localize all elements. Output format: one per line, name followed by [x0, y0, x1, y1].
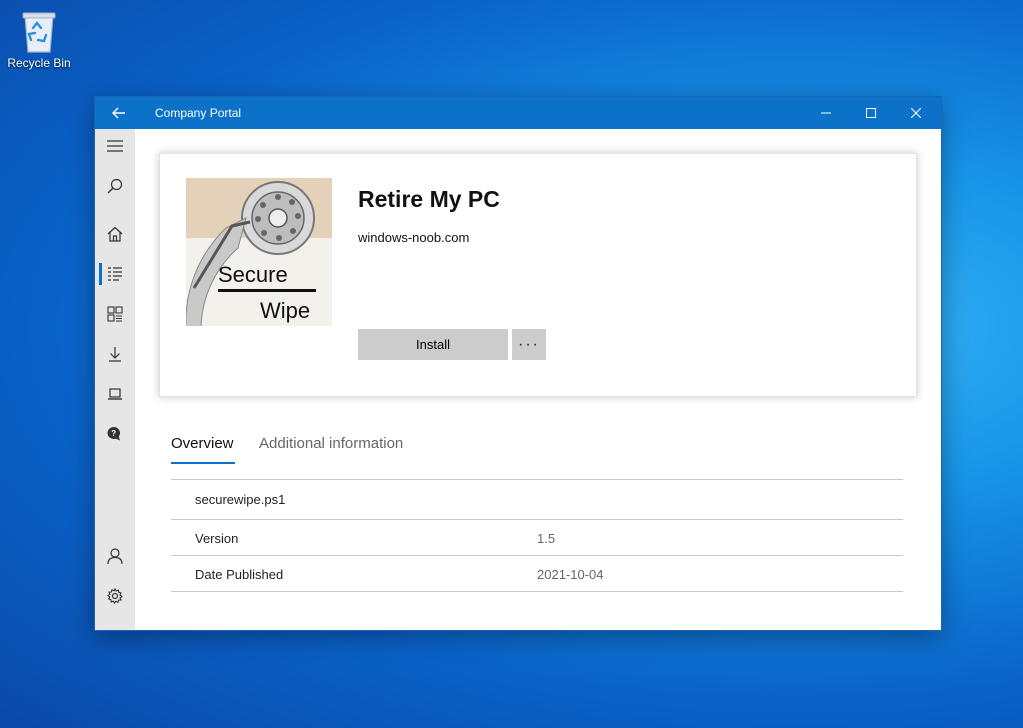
- search-button[interactable]: [95, 169, 135, 203]
- company-portal-window: Company Portal ? Secure Wipe Retire My P…: [94, 96, 942, 631]
- downloads-icon: [109, 347, 121, 362]
- recycle-bin-desktop-icon[interactable]: Recycle Bin: [6, 8, 72, 70]
- more-options-button[interactable]: ···: [512, 329, 546, 360]
- minimize-button[interactable]: [803, 97, 849, 129]
- app-filename: securewipe.ps1: [195, 492, 286, 507]
- active-tab-underline: [171, 462, 235, 464]
- close-icon: [911, 108, 921, 118]
- tab-additional-information[interactable]: Additional information: [259, 435, 403, 452]
- sidebar-item-settings[interactable]: [95, 579, 135, 613]
- app-publisher: windows-noob.com: [358, 230, 470, 245]
- divider: [171, 591, 903, 592]
- maximize-button[interactable]: [848, 97, 894, 129]
- divider: [171, 555, 903, 556]
- app-thumbnail: Secure Wipe: [186, 178, 332, 326]
- hard-drive-image-icon: Secure Wipe: [186, 178, 332, 326]
- devices-icon: [108, 388, 122, 400]
- recycle-bin-icon: [22, 12, 56, 53]
- sidebar-item-help[interactable]: ?: [95, 417, 135, 451]
- app-title: Retire My PC: [358, 186, 500, 212]
- date-published-label: Date Published: [195, 567, 284, 582]
- search-icon: [107, 178, 123, 194]
- sidebar-item-devices[interactable]: [95, 377, 135, 411]
- install-button[interactable]: Install: [358, 329, 508, 360]
- hamburger-menu-icon: [107, 140, 123, 152]
- image-text-wipe: Wipe: [260, 298, 310, 323]
- account-icon: [107, 548, 123, 564]
- version-value: 1.5: [537, 531, 556, 546]
- sidebar-item-app-categories[interactable]: [95, 297, 135, 331]
- apps-list-icon: [108, 267, 122, 281]
- divider: [171, 519, 903, 520]
- divider: [171, 479, 903, 480]
- sidebar-item-account[interactable]: [95, 539, 135, 573]
- active-indicator: [99, 263, 102, 285]
- sidebar-item-downloads[interactable]: [95, 337, 135, 371]
- settings-icon: [107, 588, 123, 604]
- back-button[interactable]: [108, 102, 130, 124]
- app-categories-icon: [107, 306, 123, 322]
- date-published-value: 2021-10-04: [537, 567, 604, 582]
- title-bar: Company Portal: [95, 97, 941, 129]
- minimize-icon: [821, 112, 831, 114]
- image-text-secure: Secure: [218, 262, 288, 287]
- back-arrow-icon: [112, 107, 125, 119]
- window-title: Company Portal: [155, 106, 242, 120]
- home-icon: [107, 226, 123, 242]
- navigation-sidebar: ?: [95, 129, 135, 630]
- maximize-icon: [866, 108, 876, 118]
- recycle-bin-label: Recycle Bin: [7, 56, 71, 70]
- svg-text:?: ?: [111, 429, 116, 438]
- close-button[interactable]: [893, 97, 939, 129]
- tab-overview[interactable]: Overview: [171, 435, 234, 452]
- version-label: Version: [195, 531, 239, 546]
- menu-toggle-button[interactable]: [95, 129, 135, 163]
- app-details-card: Secure Wipe Retire My PC windows-noob.co…: [159, 153, 917, 397]
- sidebar-item-home[interactable]: [95, 217, 135, 251]
- sidebar-item-apps[interactable]: [95, 257, 135, 291]
- help-support-icon: ?: [107, 426, 121, 441]
